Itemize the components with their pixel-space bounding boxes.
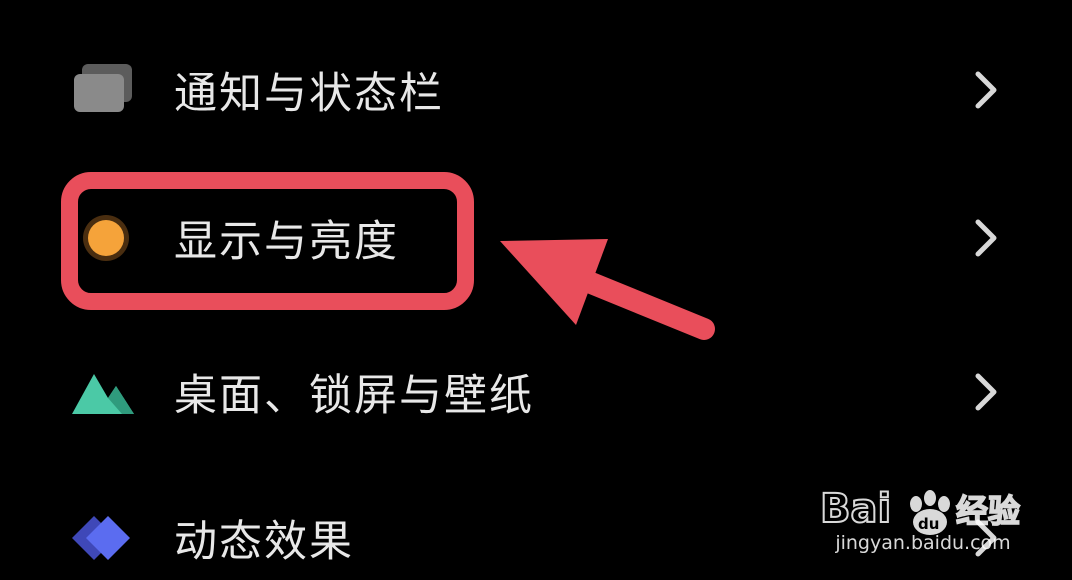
settings-screen: 通知与状态栏 显示与亮度 桌面、锁屏与壁纸 动态效果 Bai du 经验 jin… (0, 0, 1072, 580)
settings-item-label: 桌面、锁屏与壁纸 (174, 371, 534, 421)
settings-item-notifications[interactable]: 通知与状态栏 (0, 20, 1072, 160)
mountain-wallpaper-icon (72, 374, 134, 414)
annotation-arrow-icon (500, 239, 715, 340)
svg-text:Bai: Bai (820, 486, 891, 532)
chevron-right-icon (975, 71, 997, 109)
svg-text:经验: 经验 (956, 492, 1020, 530)
chevron-right-icon (975, 219, 997, 257)
settings-item-label: 动态效果 (174, 517, 354, 567)
watermark-url: jingyan.baidu.com (835, 532, 1011, 554)
chevron-right-icon (975, 373, 997, 411)
annotation-highlight-box (61, 172, 474, 310)
layered-diamond-icon (72, 516, 130, 560)
svg-text:du: du (918, 515, 939, 533)
settings-item-label: 通知与状态栏 (174, 69, 444, 119)
baidu-jingyan-watermark: Bai du 经验 (819, 485, 1021, 535)
notification-stack-icon (74, 64, 132, 112)
